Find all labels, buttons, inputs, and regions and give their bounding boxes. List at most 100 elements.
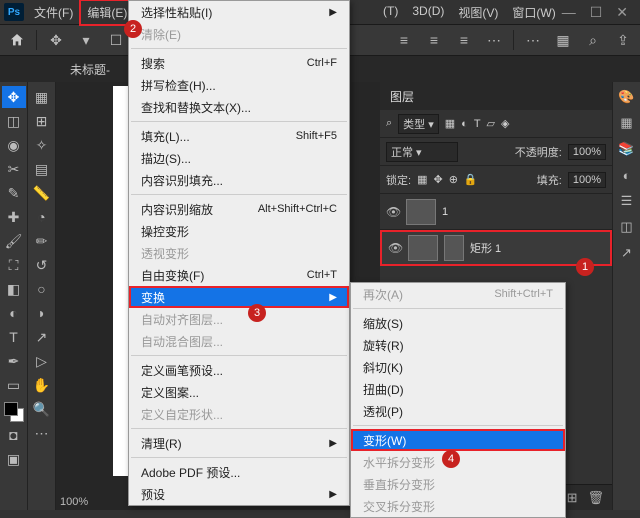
menu-window[interactable]: 窗口(W): [506, 1, 561, 24]
menu-distort[interactable]: 扭曲(D): [351, 378, 565, 400]
paths-panel-icon[interactable]: ↗: [618, 244, 636, 262]
filter-type-icon[interactable]: T: [474, 118, 481, 130]
menu-rotate[interactable]: 旋转(R): [351, 334, 565, 356]
path-tool-icon[interactable]: ↗: [30, 326, 54, 348]
menu-presets[interactable]: 预设▶: [129, 483, 349, 505]
properties-panel-icon[interactable]: ☰: [618, 192, 636, 210]
ruler-tool-icon[interactable]: 📏: [30, 182, 54, 204]
direct-select-icon[interactable]: ▷: [30, 350, 54, 372]
menu-free-transform[interactable]: 自由变换(F)Ctrl+T: [129, 264, 349, 286]
color-panel-icon[interactable]: 🎨: [618, 88, 636, 106]
layer-name[interactable]: 矩形 1: [470, 240, 501, 256]
heal-tool-icon[interactable]: ✚: [2, 206, 26, 228]
dropdown-icon[interactable]: ▾: [75, 29, 97, 51]
menu-puppet[interactable]: 操控变形: [129, 220, 349, 242]
lock-pixels-icon[interactable]: ▦: [417, 173, 427, 186]
share-icon[interactable]: ⇪: [612, 29, 634, 51]
color-swatch[interactable]: [4, 402, 24, 422]
visibility-icon[interactable]: 👁: [388, 241, 402, 255]
gradient-tool-icon[interactable]: ◐: [2, 302, 26, 324]
menu-auto-blend[interactable]: 自动混合图层...: [129, 330, 349, 352]
lock-artboard-icon[interactable]: ⊕: [449, 173, 458, 186]
filter-smart-icon[interactable]: ◈: [501, 117, 509, 130]
menu-split-v[interactable]: 垂直拆分变形: [351, 473, 565, 495]
marquee-tool-icon[interactable]: ◫: [2, 110, 26, 132]
zoom-tool-icon[interactable]: 🔍: [30, 398, 54, 420]
distribute-icon[interactable]: ⋯: [483, 29, 505, 51]
menu-clear[interactable]: 清除(E): [129, 23, 349, 45]
visibility-icon[interactable]: 👁: [386, 205, 400, 219]
artboard-tool-icon[interactable]: ▦: [30, 86, 54, 108]
menu-split-cross[interactable]: 交叉拆分变形: [351, 495, 565, 517]
layer-row[interactable]: 👁 1: [380, 194, 612, 230]
menu-stroke[interactable]: 描边(S)...: [129, 147, 349, 169]
brush-tool-icon[interactable]: 🖌: [2, 230, 26, 252]
eyedropper-tool-icon[interactable]: ✎: [2, 182, 26, 204]
delete-icon[interactable]: 🗑: [587, 490, 604, 506]
pencil-tool-icon[interactable]: ✏: [30, 230, 54, 252]
shape-tool-icon[interactable]: ▭: [2, 374, 26, 396]
home-icon[interactable]: [6, 29, 28, 51]
libraries-panel-icon[interactable]: 📚: [618, 140, 636, 158]
menu-content-fill[interactable]: 内容识别填充...: [129, 169, 349, 191]
more-icon[interactable]: ⋯: [522, 29, 544, 51]
swatches-panel-icon[interactable]: ▦: [618, 114, 636, 132]
new-layer-icon[interactable]: ⊞: [567, 490, 578, 506]
crop-tool-icon[interactable]: ✂: [2, 158, 26, 180]
layer-name[interactable]: 1: [442, 206, 448, 218]
wand-tool-icon[interactable]: ✧: [30, 134, 54, 156]
menu-view[interactable]: 视图(V): [452, 1, 504, 24]
opacity-value[interactable]: 100%: [568, 144, 606, 160]
filter-kind-select[interactable]: 类型 ▾: [398, 114, 439, 134]
menu-type[interactable]: (T): [377, 1, 404, 24]
layers-panel-tab[interactable]: 图层: [380, 82, 612, 110]
menu-again[interactable]: 再次(A)Shift+Ctrl+T: [351, 283, 565, 305]
blend-mode-select[interactable]: 正常 ▾: [386, 142, 458, 162]
menu-3d[interactable]: 3D(D): [406, 1, 450, 24]
menu-define-shape[interactable]: 定义自定形状...: [129, 403, 349, 425]
menu-search[interactable]: 搜索Ctrl+F: [129, 52, 349, 74]
menu-fill[interactable]: 填充(L)...Shift+F5: [129, 125, 349, 147]
align-center-icon[interactable]: ≡: [423, 29, 445, 51]
move-tool-icon[interactable]: ✥: [45, 29, 67, 51]
menu-scale[interactable]: 缩放(S): [351, 312, 565, 334]
screenmode-icon[interactable]: ▣: [2, 448, 26, 470]
blur-tool-icon[interactable]: ○: [30, 278, 54, 300]
filter-adjust-icon[interactable]: ◐: [461, 118, 468, 130]
fill-value[interactable]: 100%: [568, 172, 606, 188]
lock-all-icon[interactable]: 🔒: [464, 173, 478, 186]
menu-transform[interactable]: 变换▶: [129, 286, 349, 308]
menu-skew[interactable]: 斜切(K): [351, 356, 565, 378]
menu-file[interactable]: 文件(F): [28, 1, 79, 24]
zoom-level[interactable]: 100%: [60, 496, 88, 508]
menu-perspective[interactable]: 透视(P): [351, 400, 565, 422]
minimize-icon[interactable]: —: [562, 4, 576, 21]
menu-perspective[interactable]: 透视变形: [129, 242, 349, 264]
patch-tool-icon[interactable]: ◔: [30, 206, 54, 228]
lasso-tool-icon[interactable]: ◉: [2, 134, 26, 156]
align-left-icon[interactable]: ≡: [393, 29, 415, 51]
frame-tool-icon[interactable]: ⊞: [30, 110, 54, 132]
menu-content-scale[interactable]: 内容识别缩放Alt+Shift+Ctrl+C: [129, 198, 349, 220]
menu-spell[interactable]: 拼写检查(H)...: [129, 74, 349, 96]
menu-auto-align[interactable]: 自动对齐图层...: [129, 308, 349, 330]
channels-panel-icon[interactable]: ◫: [618, 218, 636, 236]
search-icon[interactable]: ⌕: [582, 29, 604, 51]
eraser-tool-icon[interactable]: ◧: [2, 278, 26, 300]
3d-mode-icon[interactable]: ▦: [552, 29, 574, 51]
menu-find-replace[interactable]: 查找和替换文本(X)...: [129, 96, 349, 118]
filter-shape-icon[interactable]: ▱: [487, 117, 495, 130]
align-right-icon[interactable]: ≡: [453, 29, 475, 51]
filter-pixel-icon[interactable]: ▦: [445, 117, 455, 130]
maximize-icon[interactable]: ☐: [590, 4, 603, 21]
menu-paste-special[interactable]: 选择性粘贴(I)▶: [129, 1, 349, 23]
slice-tool-icon[interactable]: ▤: [30, 158, 54, 180]
menu-define-pattern[interactable]: 定义图案...: [129, 381, 349, 403]
adjustments-panel-icon[interactable]: ◐: [618, 166, 636, 184]
type-tool-icon[interactable]: T: [2, 326, 26, 348]
document-tab[interactable]: 未标题-: [60, 57, 120, 82]
stamp-tool-icon[interactable]: ⛶: [2, 254, 26, 276]
menu-define-brush[interactable]: 定义画笔预设...: [129, 359, 349, 381]
menu-warp[interactable]: 变形(W): [351, 429, 565, 451]
close-icon[interactable]: ✕: [616, 4, 628, 21]
